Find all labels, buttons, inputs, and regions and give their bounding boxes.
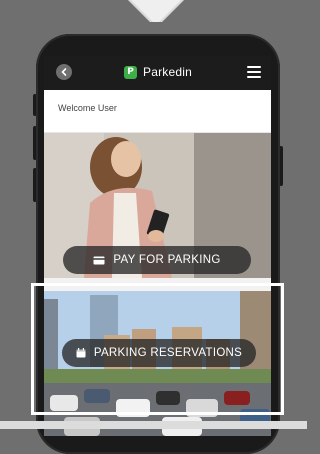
- brand-name: Parkedin: [143, 65, 192, 79]
- highlight-frame: [31, 283, 284, 415]
- pay-for-parking-card[interactable]: PAY FOR PARKING: [44, 133, 271, 278]
- welcome-bar: Welcome User: [44, 90, 271, 133]
- hamburger-menu-icon[interactable]: [247, 66, 261, 78]
- chevron-left-icon: [61, 68, 67, 76]
- parkedin-logo-icon: P: [124, 65, 137, 79]
- back-button[interactable]: [56, 64, 72, 80]
- credit-card-icon: [93, 256, 105, 265]
- welcome-text: Welcome User: [58, 103, 117, 113]
- top-app-bar: P Parkedin: [44, 56, 271, 90]
- pointer-notch: [118, 0, 190, 22]
- pay-for-parking-button[interactable]: PAY FOR PARKING: [63, 246, 251, 274]
- brand: P Parkedin: [124, 65, 192, 79]
- bottom-strip: [0, 421, 307, 429]
- pay-for-parking-label: PAY FOR PARKING: [113, 254, 221, 266]
